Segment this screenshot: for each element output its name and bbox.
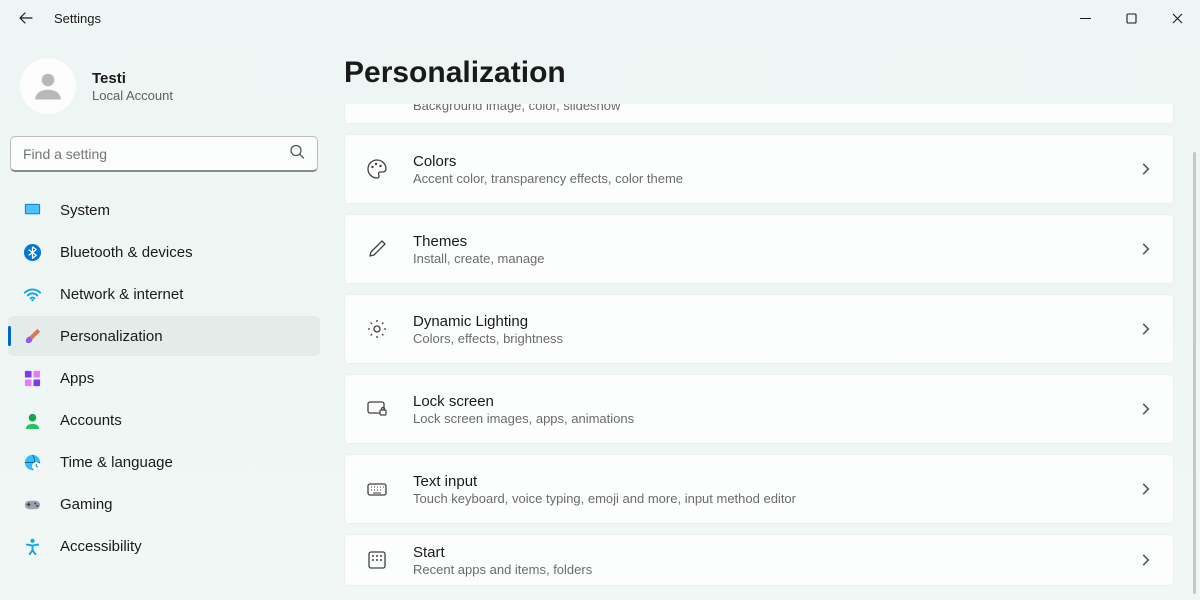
card-title: Lock screen	[413, 393, 1139, 410]
gamepad-icon	[22, 494, 42, 514]
card-subtitle: Background image, color, slideshow	[413, 104, 1139, 113]
sidebar-item-label: Time & language	[60, 454, 173, 471]
sidebar-item-gaming[interactable]: Gaming	[8, 484, 320, 524]
chevron-right-icon	[1139, 402, 1153, 416]
search-box[interactable]	[10, 136, 318, 172]
card-body: Themes Install, create, manage	[413, 233, 1139, 266]
card-text-input[interactable]: Text input Touch keyboard, voice typing,…	[344, 454, 1174, 524]
sidebar-item-personalization[interactable]: Personalization	[8, 316, 320, 356]
card-subtitle: Colors, effects, brightness	[413, 331, 1139, 346]
card-lock-screen[interactable]: Lock screen Lock screen images, apps, an…	[344, 374, 1174, 444]
user-name: Testi	[92, 70, 173, 87]
card-title: Text input	[413, 473, 1139, 490]
apps-icon	[22, 368, 42, 388]
card-body: Colors Accent color, transparency effect…	[413, 153, 1139, 186]
card-title: Start	[413, 544, 1139, 561]
card-subtitle: Accent color, transparency effects, colo…	[413, 171, 1139, 186]
sidebar-item-apps[interactable]: Apps	[8, 358, 320, 398]
chevron-right-icon	[1139, 322, 1153, 336]
card-background[interactable]: Background Background image, color, slid…	[344, 104, 1174, 124]
person-icon	[30, 68, 66, 104]
arrow-left-icon	[18, 10, 34, 26]
palette-icon	[365, 157, 389, 181]
minimize-button[interactable]	[1062, 0, 1108, 36]
maximize-button[interactable]	[1108, 0, 1154, 36]
card-title: Themes	[413, 233, 1139, 250]
titlebar-left: Settings	[16, 8, 101, 28]
sidebar-item-label: Personalization	[60, 328, 163, 345]
sidebar: Testi Local Account System Bluetooth & d…	[0, 36, 328, 600]
monitor-lock-icon	[365, 397, 389, 421]
sidebar-item-label: Gaming	[60, 496, 113, 513]
bluetooth-icon	[22, 242, 42, 262]
avatar	[20, 58, 76, 114]
back-button[interactable]	[16, 8, 36, 28]
maximize-icon	[1126, 13, 1137, 24]
pen-icon	[365, 237, 389, 261]
minimize-icon	[1080, 13, 1091, 24]
scrollbar[interactable]	[1193, 152, 1196, 594]
monitor-icon	[22, 200, 42, 220]
search-input[interactable]	[23, 146, 279, 162]
window-title: Settings	[54, 11, 101, 26]
card-subtitle: Lock screen images, apps, animations	[413, 411, 1139, 426]
keyboard-icon	[365, 477, 389, 501]
card-start[interactable]: Start Recent apps and items, folders	[344, 534, 1174, 586]
page-title: Personalization	[344, 56, 1186, 90]
sidebar-item-label: Accessibility	[60, 538, 142, 555]
chevron-right-icon	[1139, 162, 1153, 176]
user-info: Testi Local Account	[92, 70, 173, 103]
card-body: Start Recent apps and items, folders	[413, 544, 1139, 577]
sidebar-item-label: Network & internet	[60, 286, 183, 303]
sidebar-item-label: Accounts	[60, 412, 122, 429]
sidebar-item-label: System	[60, 202, 110, 219]
card-body: Background Background image, color, slid…	[413, 104, 1139, 113]
paintbrush-icon	[22, 326, 42, 346]
card-subtitle: Touch keyboard, voice typing, emoji and …	[413, 491, 1139, 506]
window-controls	[1062, 0, 1200, 36]
user-type: Local Account	[92, 88, 173, 103]
card-body: Dynamic Lighting Colors, effects, bright…	[413, 313, 1139, 346]
sidebar-item-system[interactable]: System	[8, 190, 320, 230]
chevron-right-icon	[1139, 482, 1153, 496]
card-title: Colors	[413, 153, 1139, 170]
close-icon	[1172, 13, 1183, 24]
card-themes[interactable]: Themes Install, create, manage	[344, 214, 1174, 284]
titlebar: Settings	[0, 0, 1200, 36]
card-subtitle: Recent apps and items, folders	[413, 562, 1139, 577]
settings-list: Background Background image, color, slid…	[344, 104, 1186, 600]
close-button[interactable]	[1154, 0, 1200, 36]
card-colors[interactable]: Colors Accent color, transparency effect…	[344, 134, 1174, 204]
card-subtitle: Install, create, manage	[413, 251, 1139, 266]
content: Testi Local Account System Bluetooth & d…	[0, 36, 1200, 600]
card-title: Dynamic Lighting	[413, 313, 1139, 330]
sidebar-item-label: Bluetooth & devices	[60, 244, 193, 261]
chevron-right-icon	[1139, 242, 1153, 256]
start-icon	[365, 548, 389, 572]
sidebar-item-bluetooth[interactable]: Bluetooth & devices	[8, 232, 320, 272]
main: Personalization Background Background im…	[328, 36, 1200, 600]
nav: System Bluetooth & devices Network & int…	[8, 190, 320, 566]
gear-icon	[365, 317, 389, 341]
search-icon	[289, 143, 305, 164]
chevron-right-icon	[1139, 553, 1153, 567]
card-dynamic-lighting[interactable]: Dynamic Lighting Colors, effects, bright…	[344, 294, 1174, 364]
globe-clock-icon	[22, 452, 42, 472]
card-body: Text input Touch keyboard, voice typing,…	[413, 473, 1139, 506]
sidebar-item-time-language[interactable]: Time & language	[8, 442, 320, 482]
card-body: Lock screen Lock screen images, apps, an…	[413, 393, 1139, 426]
sidebar-item-accessibility[interactable]: Accessibility	[8, 526, 320, 566]
search-container	[8, 136, 320, 190]
wifi-icon	[22, 284, 42, 304]
user-block[interactable]: Testi Local Account	[8, 48, 320, 136]
person-circle-icon	[22, 410, 42, 430]
sidebar-item-network[interactable]: Network & internet	[8, 274, 320, 314]
sidebar-item-accounts[interactable]: Accounts	[8, 400, 320, 440]
sidebar-item-label: Apps	[60, 370, 94, 387]
accessibility-icon	[22, 536, 42, 556]
